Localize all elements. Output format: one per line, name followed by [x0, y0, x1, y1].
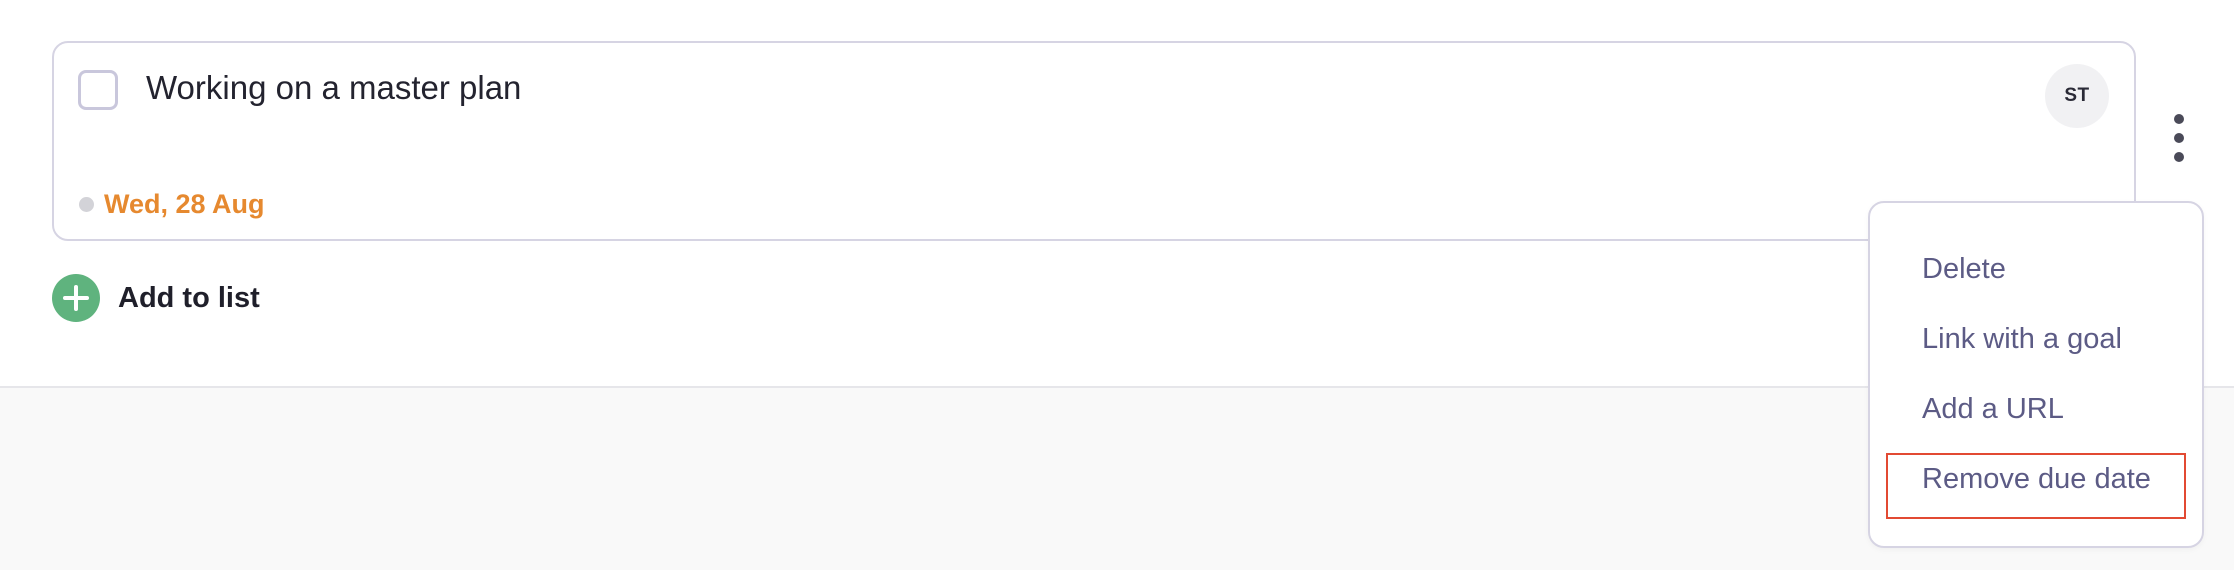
menu-item-delete[interactable]: Delete — [1922, 251, 2006, 287]
add-to-list-button[interactable]: Add to list — [52, 274, 260, 322]
plus-circle-icon[interactable] — [52, 274, 100, 322]
menu-item-add-url[interactable]: Add a URL — [1922, 391, 2064, 427]
due-date[interactable]: Wed, 28 Aug — [104, 187, 265, 221]
checkbox-icon[interactable] — [78, 70, 118, 110]
menu-item-link-goal[interactable]: Link with a goal — [1922, 321, 2122, 357]
highlight-box — [1886, 453, 2186, 519]
task-title[interactable]: Working on a master plan — [146, 66, 521, 110]
dot-icon — [79, 197, 94, 212]
avatar[interactable]: ST — [2045, 64, 2109, 128]
more-vertical-icon[interactable] — [2162, 114, 2198, 162]
context-menu: Delete Link with a goal Add a URL Remove… — [1868, 201, 2204, 548]
add-to-list-label: Add to list — [118, 281, 260, 314]
